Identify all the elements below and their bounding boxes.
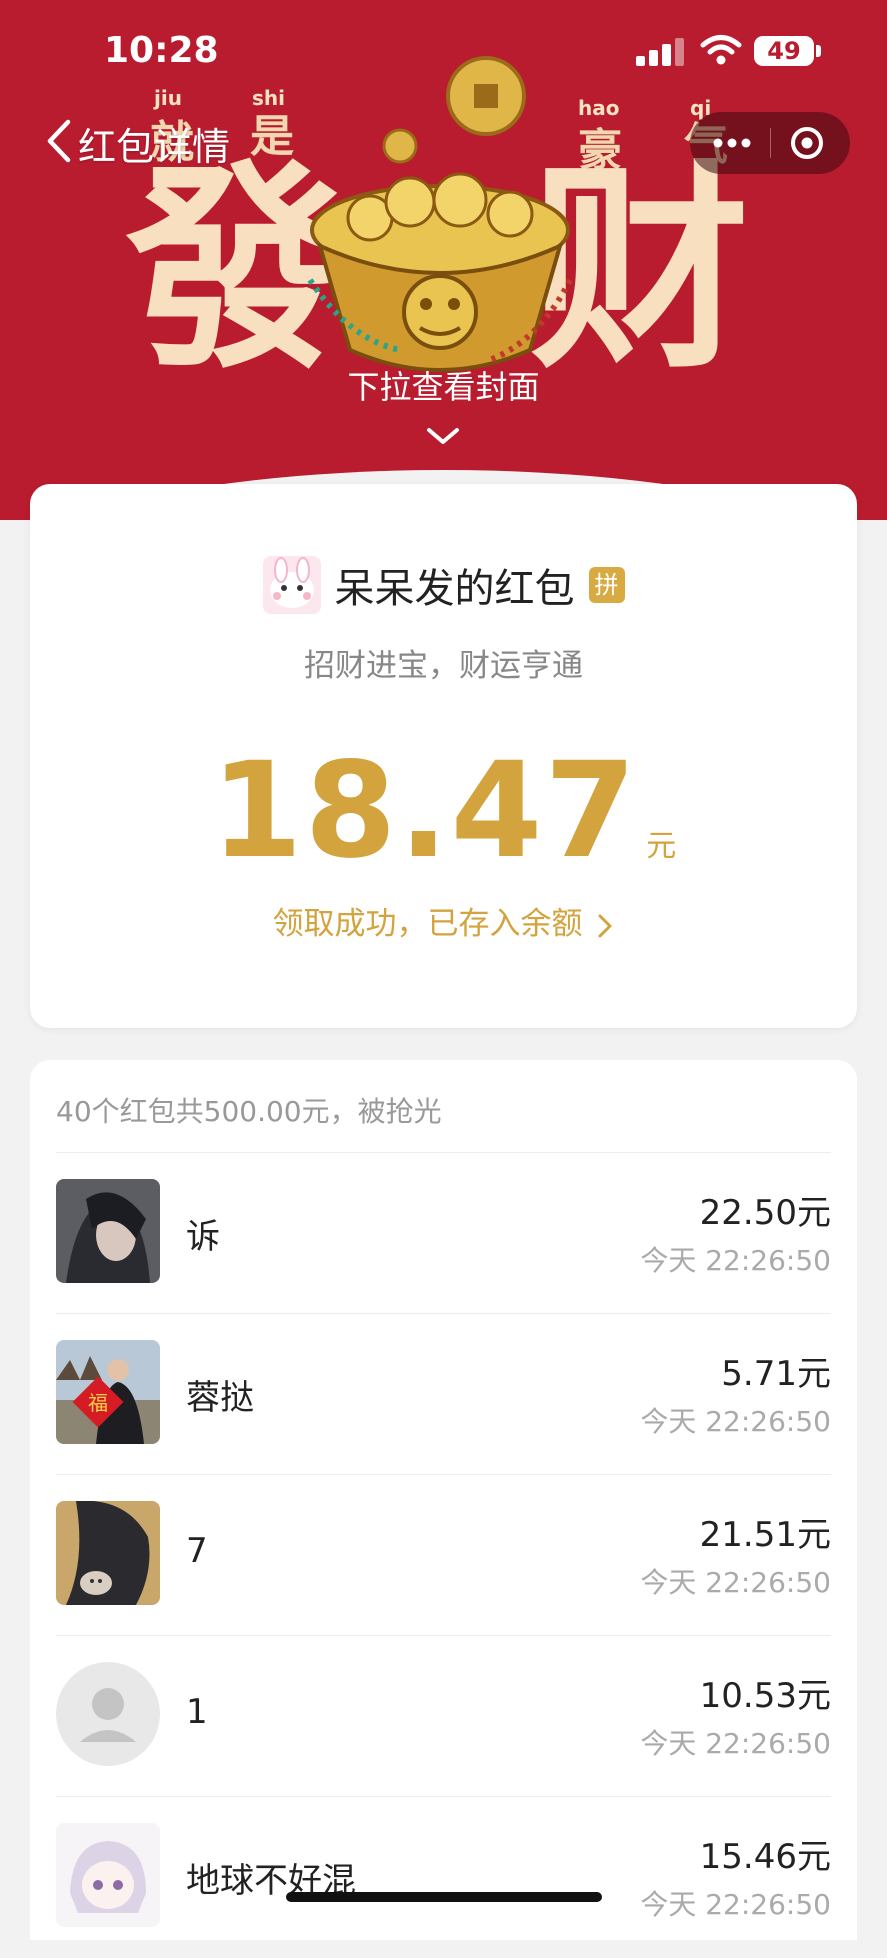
svg-text:福: 福 xyxy=(88,1391,108,1415)
recipient-time: 今天 22:26:50 xyxy=(640,1727,831,1760)
recipient-time: 今天 22:26:50 xyxy=(640,1244,831,1277)
received-link-label: 领取成功，已存入余额 xyxy=(272,906,583,942)
recipient-name: 7 xyxy=(186,1531,208,1571)
group-packet-badge: 拼 xyxy=(588,567,625,603)
red-packet-card: 呆呆发的红包 拼 招财进宝，财运亨通 18.47 元 领取成功，已存入余额 xyxy=(30,484,857,1028)
more-icon[interactable] xyxy=(712,132,752,154)
wifi-icon xyxy=(700,35,742,65)
recipient-amount: 22.50元 xyxy=(699,1193,831,1233)
recipient-list: 40个红包共500.00元，被抢光 诉 22.50元 今天 22:26:50 福… xyxy=(30,1060,857,1940)
chevron-down-icon[interactable] xyxy=(423,424,463,448)
cellular-signal-icon xyxy=(636,38,688,66)
sender-name: 呆呆发的红包 xyxy=(334,566,575,612)
list-item[interactable]: 诉 22.50元 今天 22:26:50 xyxy=(56,1153,831,1314)
status-bar: 10:28 49 xyxy=(0,0,887,100)
battery-indicator: 49 xyxy=(754,36,814,66)
anime-avatar[interactable] xyxy=(56,1823,160,1927)
home-indicator[interactable] xyxy=(286,1892,602,1902)
battery-tip xyxy=(816,45,821,57)
page-title: 红包详情 xyxy=(78,125,231,169)
recipient-name: 蓉挞 xyxy=(186,1378,254,1418)
close-target-icon[interactable] xyxy=(790,126,824,160)
default-avatar[interactable] xyxy=(56,1662,160,1766)
amount-row: 18.47 元 xyxy=(30,734,857,888)
list-item[interactable]: 福 蓉挞 5.71元 今天 22:26:50 xyxy=(56,1314,831,1475)
sender-avatar[interactable] xyxy=(262,556,321,614)
amount-unit: 元 xyxy=(646,829,677,864)
fu-photo-avatar[interactable]: 福 xyxy=(56,1340,160,1444)
list-item[interactable]: 地球不好混 15.46元 今天 22:26:50 xyxy=(56,1797,831,1958)
recipient-name: 1 xyxy=(186,1692,208,1732)
received-link[interactable]: 领取成功，已存入余额 xyxy=(30,898,857,943)
recipient-amount: 5.71元 xyxy=(721,1354,831,1394)
recipient-amount: 15.46元 xyxy=(699,1837,831,1877)
dark-hair-avatar[interactable] xyxy=(56,1179,160,1283)
recipient-amount: 21.51元 xyxy=(699,1515,831,1555)
packet-summary: 40个红包共500.00元，被抢光 xyxy=(56,1095,442,1128)
chevron-right-icon xyxy=(598,914,612,938)
recipient-name: 诉 xyxy=(186,1217,220,1257)
recipient-time: 今天 22:26:50 xyxy=(640,1888,831,1921)
miniprogram-capsule xyxy=(690,112,850,174)
blessing-text: 招财进宝，财运亨通 xyxy=(304,648,583,684)
recipient-time: 今天 22:26:50 xyxy=(640,1566,831,1599)
treasure-bowl-illustration xyxy=(307,56,573,372)
back-chevron-icon[interactable] xyxy=(40,116,80,166)
recipient-amount: 10.53元 xyxy=(699,1676,831,1716)
status-time: 10:28 xyxy=(104,30,219,71)
list-item[interactable]: 7 21.51元 今天 22:26:50 xyxy=(56,1475,831,1636)
cat-photo-avatar[interactable] xyxy=(56,1501,160,1605)
sender-row: 呆呆发的红包 拼 xyxy=(30,556,857,616)
recipient-time: 今天 22:26:50 xyxy=(640,1405,831,1438)
pull-to-view-cover-hint[interactable]: 下拉查看封面 xyxy=(0,362,887,408)
list-item[interactable]: 1 10.53元 今天 22:26:50 xyxy=(56,1636,831,1797)
capsule-divider xyxy=(770,128,771,158)
received-amount: 18.47 xyxy=(210,734,639,888)
